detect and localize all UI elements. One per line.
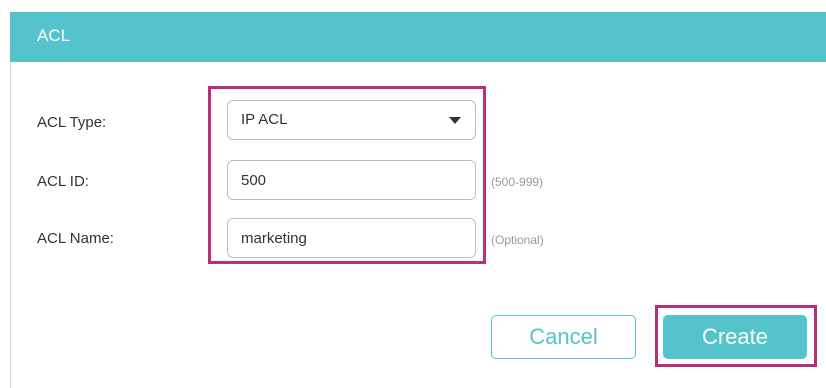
cancel-button[interactable]: Cancel	[491, 315, 636, 359]
acl-name-hint: (Optional)	[491, 233, 544, 247]
panel-title: ACL	[37, 26, 71, 45]
acl-id-label: ACL ID:	[37, 173, 89, 190]
acl-name-label: ACL Name:	[37, 230, 114, 247]
acl-id-hint: (500-999)	[491, 175, 544, 189]
create-highlight-box	[655, 305, 817, 367]
panel-header: ACL	[10, 12, 826, 62]
acl-type-label: ACL Type:	[37, 114, 107, 131]
form-highlight-box	[208, 86, 486, 264]
